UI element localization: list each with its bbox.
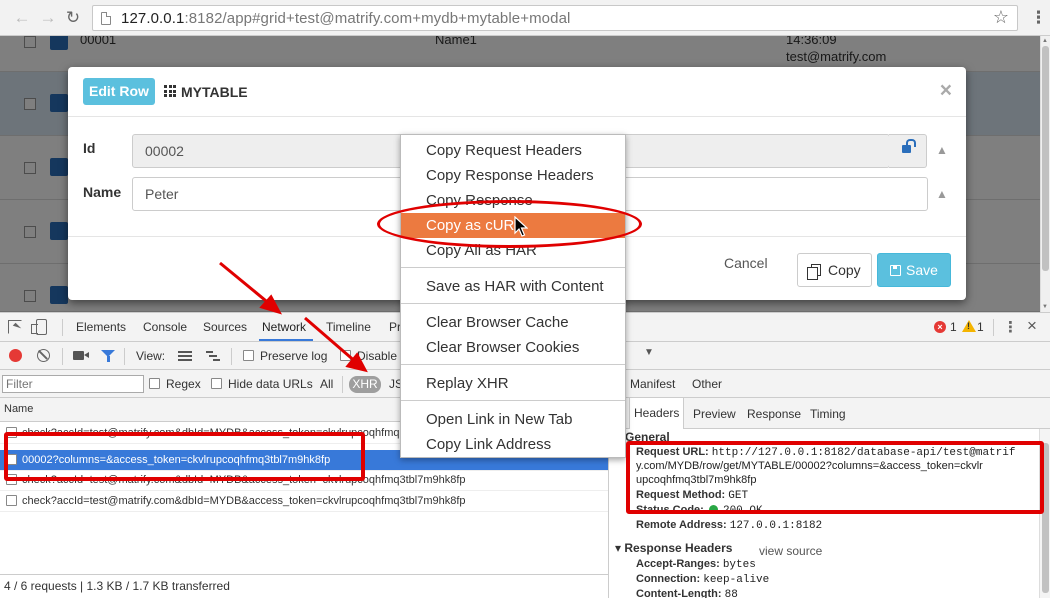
annotation-arrow bbox=[219, 261, 272, 307]
annotation-arrows bbox=[219, 261, 368, 373]
annotation-arrow bbox=[304, 316, 358, 365]
